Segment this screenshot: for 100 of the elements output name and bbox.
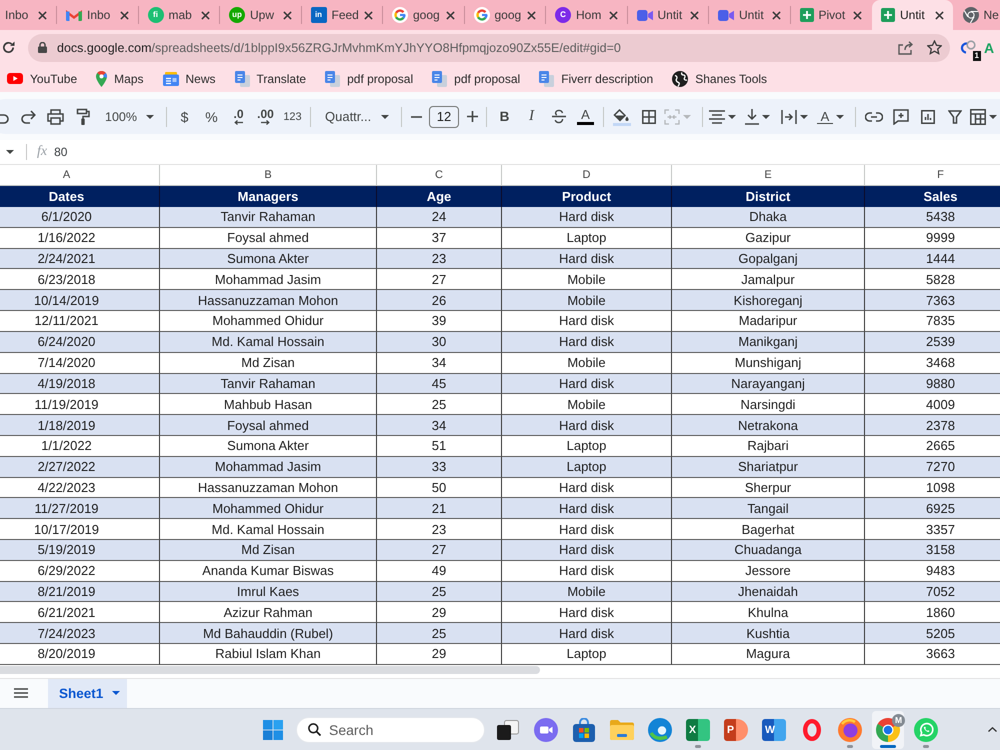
start-icon[interactable] xyxy=(263,720,283,740)
bookmark[interactable]: Translate xyxy=(234,70,306,86)
filter-icon[interactable] xyxy=(948,110,962,124)
chart-icon[interactable] xyxy=(920,110,934,124)
spreadsheet-icon xyxy=(881,8,895,22)
running-indicator xyxy=(923,744,929,748)
bookmark[interactable]: Maps xyxy=(96,70,144,86)
print-icon[interactable] xyxy=(47,108,64,124)
star-icon[interactable] xyxy=(927,40,942,55)
text-color-button[interactable]: A xyxy=(572,102,599,130)
column-header: Dates xyxy=(0,186,160,207)
browser-tab[interactable]: Ne xyxy=(954,0,1000,30)
redo-icon[interactable] xyxy=(21,110,36,124)
paint-roller-icon[interactable] xyxy=(76,108,90,125)
bookmark[interactable]: News xyxy=(162,72,216,86)
strikethrough-icon[interactable] xyxy=(552,109,566,124)
align-bottom-icon[interactable] xyxy=(745,108,759,124)
bookmark[interactable]: pdf proposal xyxy=(325,70,414,86)
text-rotation-button[interactable]: A xyxy=(815,102,851,130)
table-cell: Mohammad Jasim xyxy=(160,269,377,290)
zoom-select[interactable]: 100% xyxy=(96,102,162,130)
menu-icon[interactable] xyxy=(14,688,28,698)
caret-icon[interactable] xyxy=(989,114,997,118)
caret-icon[interactable] xyxy=(6,150,14,154)
close-icon[interactable] xyxy=(38,10,47,20)
caret-icon[interactable] xyxy=(800,114,808,118)
number-format-button[interactable]: 123 xyxy=(279,102,306,130)
address-bar[interactable]: docs.google.com/spreadsheets/d/1blppI9x56ZRGJrMvhmKmYJhYYO8Hfpmqjozo90Zx55E/edit#gid=0 xyxy=(28,34,950,62)
browser-tab[interactable]: Inbo xyxy=(57,0,138,30)
taskbar-app[interactable]: X xyxy=(682,710,714,749)
document-app-icon: W xyxy=(762,718,786,741)
close-icon[interactable] xyxy=(690,10,699,20)
table-cell: 49 xyxy=(377,560,502,582)
link-icon[interactable] xyxy=(864,112,882,122)
search-field[interactable]: Search xyxy=(296,716,485,743)
browser-tab[interactable]: C Hom xyxy=(546,0,626,30)
table-cell: Hard disk xyxy=(502,540,672,561)
close-icon[interactable] xyxy=(282,10,292,20)
table-cell: Hassanuzzaman Mohon xyxy=(160,290,377,312)
close-icon[interactable] xyxy=(364,10,373,20)
flame-globe-icon xyxy=(838,718,862,742)
close-icon[interactable] xyxy=(608,10,618,20)
font-select[interactable]: Quattr... xyxy=(315,102,397,130)
bookmark[interactable]: Shanes Tools xyxy=(672,70,768,86)
close-icon[interactable] xyxy=(527,10,536,20)
avatar-badge: M xyxy=(892,714,905,727)
font-size-field[interactable]: 12 xyxy=(429,106,459,128)
browser-tab[interactable]: Untit xyxy=(872,0,952,30)
column-letter[interactable]: A xyxy=(0,165,160,186)
close-icon[interactable] xyxy=(201,10,210,20)
bookmark[interactable]: YouTube xyxy=(7,72,78,86)
column-letter[interactable]: C xyxy=(377,165,502,186)
currency-button[interactable]: $ xyxy=(171,102,198,130)
borders-icon[interactable] xyxy=(642,110,656,124)
browser-tab[interactable]: in Feed xyxy=(302,0,382,30)
bookmark[interactable]: Fiverr description xyxy=(539,70,654,86)
caret-icon[interactable] xyxy=(762,114,770,118)
column-letter[interactable]: E xyxy=(672,165,865,186)
table-icon[interactable] xyxy=(970,108,986,124)
browser-tab[interactable]: goog xyxy=(383,0,464,30)
browser-tab[interactable]: goog xyxy=(464,0,545,30)
taskbar-app[interactable]: P xyxy=(720,710,752,749)
align-icon[interactable] xyxy=(709,110,725,124)
browser-tab[interactable]: Inbo xyxy=(0,0,56,30)
browser-tab[interactable]: Untit xyxy=(709,0,790,30)
close-icon[interactable] xyxy=(934,10,944,20)
italic-button[interactable]: I xyxy=(518,102,545,130)
minus-icon[interactable] xyxy=(410,116,422,118)
decrease-decimals-button[interactable]: .0 xyxy=(225,102,252,130)
share-icon[interactable] xyxy=(898,40,913,54)
plus-icon[interactable] xyxy=(466,111,478,122)
table-cell: Hard disk xyxy=(502,332,672,353)
browser-tab[interactable]: Pivot xyxy=(790,0,871,30)
reload-icon[interactable] xyxy=(2,41,15,54)
table-cell: Hard disk xyxy=(502,374,672,394)
close-icon[interactable] xyxy=(120,10,128,20)
close-icon[interactable] xyxy=(446,10,454,20)
chevron-up-icon[interactable] xyxy=(988,727,997,732)
close-icon[interactable] xyxy=(772,10,780,20)
table-cell: 30 xyxy=(377,332,502,353)
browser-tab[interactable]: Untit xyxy=(628,0,708,30)
comment-icon[interactable] xyxy=(892,108,908,124)
bold-button[interactable]: B xyxy=(491,102,518,130)
column-letter[interactable]: B xyxy=(160,165,377,186)
column-letter[interactable]: D xyxy=(502,165,672,186)
browser-tab[interactable]: fi mab xyxy=(138,0,219,30)
close-icon[interactable] xyxy=(853,10,862,20)
caret-icon[interactable] xyxy=(728,114,736,118)
table-cell: 23 xyxy=(377,248,502,270)
chain-link-icon[interactable] xyxy=(960,40,976,56)
text-wrap-icon[interactable] xyxy=(781,110,797,124)
paint-bucket-icon[interactable] xyxy=(612,108,630,126)
increase-decimals-button[interactable]: .00 xyxy=(252,102,279,130)
formula-field[interactable]: 80 xyxy=(54,145,68,159)
horizontal-scrollbar[interactable] xyxy=(0,666,540,674)
taskbar-app[interactable]: W xyxy=(758,710,790,749)
sheet-tab[interactable]: Sheet1 xyxy=(48,678,127,708)
percent-button[interactable]: % xyxy=(198,102,225,130)
bookmark[interactable]: pdf proposal xyxy=(432,70,520,86)
browser-tab[interactable]: up Upw xyxy=(220,0,300,30)
